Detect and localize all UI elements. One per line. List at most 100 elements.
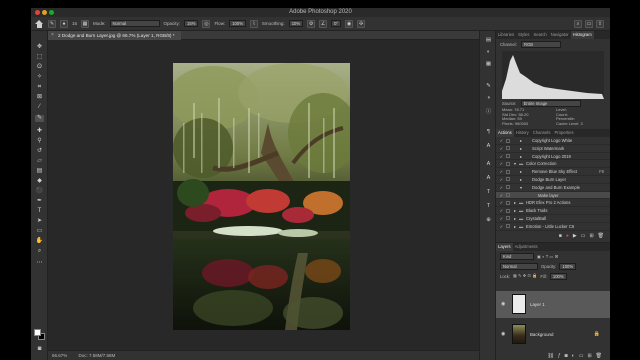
foreground-color-swatch[interactable] [34,329,41,336]
airbrush-icon[interactable]: ⌇ [249,19,258,28]
adjustments-icon[interactable]: ◑ [484,95,493,102]
brush-tool-icon-active[interactable]: ✎ [35,115,44,122]
new-action-icon[interactable]: ⊞ [589,233,593,239]
action-toggle-check-icon[interactable]: ✓ [499,215,504,223]
add-mask-icon[interactable]: ◙ [565,353,568,359]
expand-arrow-icon[interactable]: ▸ [514,215,516,223]
dodge-tool-icon[interactable]: ⚫ [35,188,44,195]
action-toggle-check-icon[interactable]: ✓ [499,176,504,184]
channel-select[interactable]: RGB [520,41,561,48]
dialog-toggle-box[interactable] [506,193,510,198]
action-toggle-check-icon[interactable]: ✓ [499,223,504,231]
actions-tab-history[interactable]: History [514,129,531,137]
blur-tool-icon[interactable]: ◆ [35,178,44,185]
expand-arrow-icon[interactable]: ▾ [514,160,516,168]
info-icon[interactable]: ⓘ [484,109,493,116]
actions-tab-channels[interactable]: Channels [531,129,553,137]
blend-mode-select[interactable]: Normal [500,262,538,270]
hand-tool-icon[interactable]: ✋ [35,238,44,245]
layers-tab-layers[interactable]: Layers [496,243,513,251]
type-tool-icon[interactable]: T [35,208,44,215]
delete-layer-icon[interactable]: 🗑 [596,353,602,359]
action-item[interactable]: ✓ ▸ ▬ CrystalBall [496,215,610,223]
stop-icon[interactable]: ■ [559,233,562,239]
dialog-toggle-box[interactable] [506,216,510,221]
dialog-toggle-box[interactable] [506,200,510,205]
frame-tool-icon[interactable]: ⊠ [35,94,44,101]
layer-opacity-field[interactable]: 100% [559,262,577,270]
link-layers-icon[interactable]: ⛓ [548,353,554,359]
eraser-tool-icon[interactable]: ▱ [35,158,44,165]
symmetry-icon[interactable]: ✣ [357,19,366,28]
move-tool-icon[interactable]: ✥ [35,44,44,51]
history-brush-tool-icon[interactable]: ↺ [35,148,44,155]
share-icon[interactable]: ⇪ [596,19,604,28]
new-set-icon[interactable]: ▭ [581,233,586,239]
visibility-eye-icon[interactable]: ◉ [501,331,507,337]
flow-field[interactable]: 100% [229,20,246,27]
pen-tool-icon[interactable]: ✒ [35,198,44,205]
adjustment-layer-icon[interactable]: ◐ [572,353,575,359]
swatches-icon[interactable]: ▦ [484,61,493,68]
source-select[interactable]: Entire Image [520,100,581,107]
action-toggle-check-icon[interactable]: ✓ [499,160,504,168]
document-tab[interactable]: × 2 Dodge and Burn Layer.jpg @ 66.7% (La… [48,31,181,40]
dialog-toggle-box[interactable] [506,161,510,166]
libraries-icon[interactable]: ▤ [484,37,493,44]
expand-arrow-icon[interactable]: ▸ [514,223,516,231]
action-toggle-check-icon[interactable]: ✓ [499,207,504,215]
rectangle-tool-icon[interactable]: ▭ [35,228,44,235]
dialog-toggle-box[interactable] [506,208,510,213]
histogram-tab-navigator[interactable]: Navigator [549,31,571,39]
opacity-field[interactable]: 15% [184,20,199,27]
close-tab-icon[interactable]: × [51,31,54,40]
layer-row-layer-1[interactable]: ◉ Layer 1 [496,291,610,318]
type-icon[interactable]: T [484,189,493,196]
group-icon[interactable]: ▭ [579,353,584,359]
expand-arrow-icon[interactable]: ▸ [520,168,522,176]
expand-arrow-icon[interactable]: ▾ [520,184,522,192]
clone-stamp-tool-icon[interactable]: ⚲ [35,138,44,145]
action-toggle-check-icon[interactable]: ✓ [499,168,504,176]
fill-field[interactable]: 100% [549,272,567,280]
zoom-level[interactable]: 66.67% [52,353,67,358]
path-selection-tool-icon[interactable]: ➤ [35,218,44,225]
dialog-toggle-box[interactable] [506,224,510,229]
histogram-tab-search[interactable]: Search [531,31,548,39]
document-image[interactable] [173,63,350,330]
eyedropper-tool-icon[interactable]: ⁄ [35,104,44,111]
canvas-area[interactable] [48,40,479,350]
expand-arrow-icon[interactable]: ▸ [520,153,522,161]
filter-icons[interactable]: ▣ ◐ T ▭ ⌘ [537,254,559,259]
expand-arrow-icon[interactable]: ▸ [520,145,522,153]
dialog-toggle-box[interactable] [506,177,510,182]
expand-arrow-icon[interactable]: ▸ [520,137,522,145]
record-icon[interactable]: ● [566,233,569,239]
character-icon[interactable]: A [484,161,493,168]
more-tools-icon[interactable]: ⋯ [35,260,44,267]
action-toggle-check-icon[interactable]: ✓ [499,184,504,192]
action-item[interactable]: ✓ ▸ Script Watermark [496,145,610,153]
pressure-opacity-icon[interactable]: ◎ [202,19,211,28]
search-icon[interactable]: ⌕ [574,19,582,28]
crop-tool-icon[interactable]: ⌗ [35,84,44,91]
action-item[interactable]: ✓ ▸ Remove Blue Sky Effect F8 [496,168,610,176]
angle-field[interactable]: 0° [331,20,342,27]
zoom-tool-icon[interactable]: ⌕ [35,248,44,255]
action-toggle-check-icon[interactable]: ✓ [499,192,504,200]
dialog-toggle-box[interactable] [506,169,510,174]
action-item[interactable]: ✓ ▾ ▬ Color Correction [496,160,610,169]
delete-action-icon[interactable]: 🗑 [598,233,604,239]
action-item[interactable]: ✓ ▸ Copyright Logo White [496,137,610,145]
brushes-icon[interactable]: ✎ [484,83,493,90]
action-toggle-check-icon[interactable]: ✓ [499,137,504,145]
action-item[interactable]: ✓ Make layer [496,191,610,200]
kind-filter-select[interactable]: Kind [500,252,534,260]
fx-icon[interactable]: ƒ [558,353,561,359]
expand-arrow-icon[interactable]: ▸ [514,199,516,207]
action-toggle-check-icon[interactable]: ✓ [499,153,504,161]
paragraph-icon[interactable]: ¶ [484,129,493,136]
color-icon[interactable]: ◐ [484,49,493,56]
layers-tab-adjustments[interactable]: Adjustments [513,243,540,251]
brush-settings-icon[interactable]: ▦ [81,19,90,28]
